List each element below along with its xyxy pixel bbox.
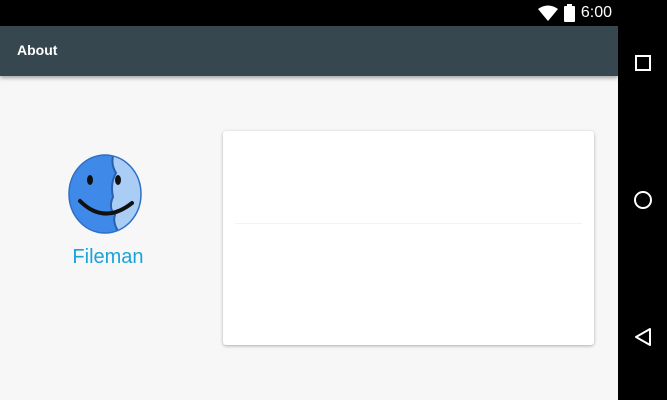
- screen: 6:00 About Fileman: [0, 0, 618, 400]
- battery-icon: [563, 4, 575, 22]
- back-button[interactable]: [618, 313, 667, 361]
- wifi-icon: [537, 5, 558, 21]
- app-name: Fileman: [72, 246, 144, 268]
- back-triangle-icon: [634, 328, 651, 346]
- recents-square-icon: [634, 55, 651, 71]
- card-divider: [235, 223, 582, 224]
- page-title: About: [17, 42, 58, 58]
- info-card: [223, 131, 594, 345]
- navigation-bar: [618, 0, 667, 400]
- status-bar: 6:00: [0, 0, 618, 26]
- recents-button[interactable]: [618, 39, 667, 87]
- home-circle-icon: [633, 191, 652, 209]
- status-icons: 6:00: [537, 3, 612, 23]
- app-bar: About: [0, 26, 618, 76]
- status-time: 6:00: [580, 4, 612, 21]
- finder-face-logo: [68, 154, 142, 234]
- home-button[interactable]: [618, 176, 667, 224]
